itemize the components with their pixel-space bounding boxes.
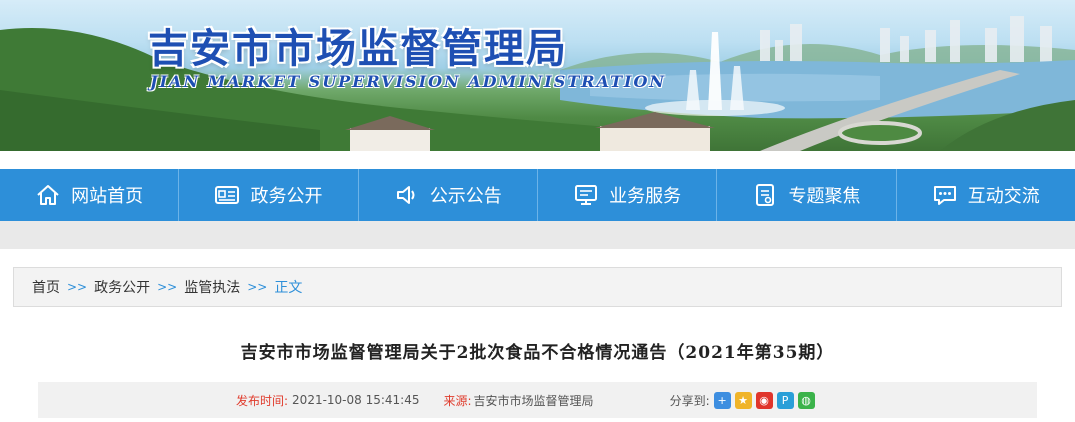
nav-item-government-affairs[interactable]: 政务公开 (179, 169, 359, 221)
share-wechat-icon[interactable]: ◍ (797, 391, 815, 409)
document-icon (756, 184, 775, 206)
breadcrumb-separator: >> (67, 280, 88, 294)
main-nav: 网站首页 政务公开 公示公告 业务服务 专题聚焦 互动交流 (0, 169, 1075, 221)
breadcrumb-government-affairs[interactable]: 政务公开 (94, 277, 150, 297)
banner-subtitle: JIAN MARKET SUPERVISION ADMINISTRATION (150, 72, 667, 91)
published-value: 2021-10-08 15:41:45 (292, 393, 420, 407)
banner-title: 吉安市市场监督管理局 (148, 26, 568, 72)
breadcrumb-enforcement[interactable]: 监管执法 (184, 277, 240, 297)
article-meta-bar: 发布时间: 2021-10-08 15:41:45 来源: 吉安市市场监督管理局… (38, 382, 1037, 418)
nav-item-business-services[interactable]: 业务服务 (538, 169, 718, 221)
chat-bubble-icon (933, 186, 956, 205)
nav-item-label: 互动交流 (967, 186, 1040, 207)
share-more-icon[interactable]: + (713, 391, 731, 409)
breadcrumb-home[interactable]: 首页 (32, 277, 60, 297)
share-tencent-icon[interactable]: P (776, 391, 794, 409)
breadcrumb-separator: >> (247, 280, 268, 294)
nav-item-label: 网站首页 (71, 186, 144, 207)
nav-item-label: 公示公告 (429, 186, 502, 207)
share-weibo-icon[interactable]: ◉ (755, 391, 773, 409)
site-banner: 吉安市市场监督管理局 JIAN MARKET SUPERVISION ADMIN… (0, 0, 1075, 151)
breadcrumb-separator: >> (157, 280, 178, 294)
speaker-icon (396, 186, 415, 204)
nav-item-special-topics[interactable]: 专题聚焦 (717, 169, 897, 221)
published-label: 发布时间: (236, 393, 289, 408)
id-card-icon (215, 186, 240, 204)
source-value: 吉安市市场监督管理局 (473, 393, 594, 408)
monitor-icon (575, 185, 598, 205)
nav-item-interaction[interactable]: 互动交流 (897, 169, 1075, 221)
share-bar: 分享到: + ★ ◉ P ◍ (669, 391, 815, 409)
article-title: 吉安市市场监督管理局关于2批次食品不合格情况通告（2021年第35期） (240, 343, 835, 363)
breadcrumb-current: 正文 (274, 280, 303, 296)
nav-gap (0, 151, 1075, 169)
share-label: 分享到: (669, 393, 710, 408)
home-icon (37, 185, 59, 205)
share-qzone-icon[interactable]: ★ (734, 391, 752, 409)
nav-item-label: 政务公开 (250, 186, 323, 207)
source-label: 来源: (443, 393, 472, 408)
nav-item-label: 业务服务 (609, 186, 682, 207)
nav-item-announcements[interactable]: 公示公告 (359, 169, 538, 221)
breadcrumb: 首页 >> 政务公开 >> 监管执法 >> 正文 (13, 267, 1062, 307)
nav-item-home[interactable]: 网站首页 (0, 169, 180, 221)
grey-divider (0, 221, 1075, 249)
nav-item-label: 专题聚焦 (788, 186, 861, 207)
